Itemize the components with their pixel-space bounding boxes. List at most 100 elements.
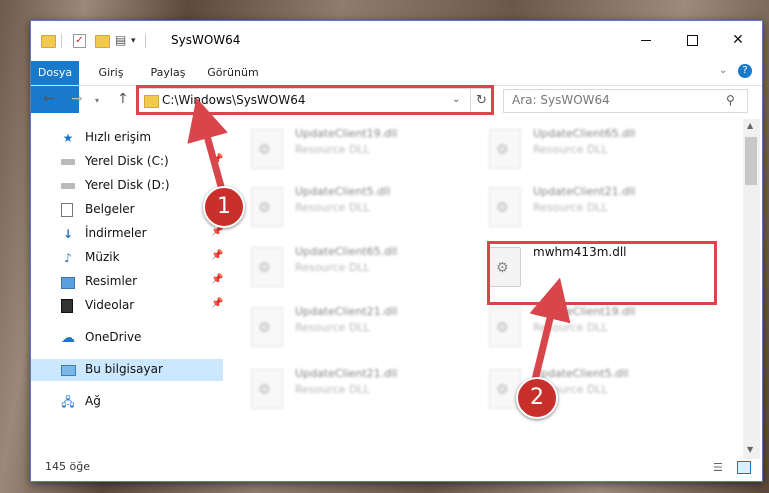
sidebar-item-videos[interactable]: Videolar 📌 [31,295,223,317]
up-button[interactable]: ↑ [117,91,129,107]
file-name: UpdateClient19.dll [295,127,398,140]
sidebar-item-onedrive[interactable]: ☁ OneDrive [31,327,223,349]
file-type: Resource DLL [533,143,608,156]
sidebar-item-music[interactable]: ♪ Müzik 📌 [31,247,223,269]
details-view-icon[interactable]: ☰ [713,461,723,474]
search-input[interactable]: Ara: SysWOW64 ⚲ [503,89,748,113]
ribbon-tabs: Dosya Giriş Paylaş Görünüm [31,61,762,113]
drive-icon [61,183,75,189]
maximize-button[interactable] [669,21,715,59]
large-icons-view-icon[interactable] [737,461,751,474]
download-icon: ↓ [62,227,74,241]
file-item[interactable]: UpdateClient19.dll Resource DLL [251,125,471,177]
sidebar-item-network[interactable]: 🖧 Ağ [31,391,223,413]
window-title: SysWOW64 [171,33,241,47]
file-type: Resource DLL [533,321,608,334]
scroll-thumb[interactable] [745,137,757,185]
file-item[interactable]: UpdateClient5.dll Resource DLL [251,183,471,235]
sidebar-item-local-disk-d[interactable]: Yerel Disk (D:) [31,175,223,197]
sidebar-item-label: Belgeler [85,202,135,216]
dll-file-icon [489,129,521,169]
file-type: Resource DLL [295,383,370,396]
file-name: UpdateClient19.dll [533,305,636,318]
file-highlight [487,241,717,305]
vertical-scrollbar[interactable]: ▲ ▼ [743,119,760,459]
close-button[interactable]: ✕ [715,21,761,59]
step-2-badge: 2 [516,377,558,419]
minimize-button[interactable] [623,21,669,59]
folder-icon[interactable] [41,35,56,48]
sidebar-item-quick-access[interactable]: ★ Hızlı erişim [31,127,223,149]
file-name: UpdateClient21.dll [295,305,398,318]
dll-file-icon [489,187,521,227]
sidebar-item-label: İndirmeler [85,226,147,240]
file-type: Resource DLL [295,201,370,214]
sidebar-item-label: Müzik [85,250,120,264]
tab-share[interactable]: Paylaş [143,61,193,85]
address-highlight [136,85,494,115]
help-icon[interactable]: ? [738,64,752,78]
sidebar-item-documents[interactable]: Belgeler 📌 [31,199,223,221]
search-icon[interactable]: ⚲ [726,93,735,107]
file-item[interactable]: UpdateClient21.dll Resource DLL [251,365,471,417]
dll-file-icon [489,307,521,347]
search-placeholder: Ara: SysWOW64 [512,93,610,107]
computer-icon [61,365,76,376]
tab-home[interactable]: Giriş [91,61,131,85]
file-item[interactable]: UpdateClient65.dll Resource DLL [489,125,709,177]
file-item[interactable]: UpdateClient21.dll Resource DLL [489,183,709,235]
file-name: UpdateClient65.dll [295,245,398,258]
cloud-icon: ☁ [61,330,75,346]
file-type: Resource DLL [533,201,608,214]
pin-icon: 📌 [211,274,224,285]
dll-file-icon [251,307,283,347]
scroll-up-icon[interactable]: ▲ [747,121,753,130]
file-type: Resource DLL [295,261,370,274]
dll-file-icon [251,369,283,409]
file-item[interactable]: UpdateClient19.dll Resource DLL [489,303,709,355]
sidebar-item-label: Yerel Disk (C:) [85,154,169,168]
pin-icon: 📌 [211,298,224,309]
file-name: UpdateClient21.dll [533,185,636,198]
forward-button[interactable]: → [71,91,83,107]
sidebar-item-label: OneDrive [85,330,142,344]
dll-file-icon [251,247,283,287]
sidebar-item-label: Bu bilgisayar [85,362,163,376]
drive-icon [61,159,75,165]
dll-file-icon [251,187,283,227]
document-icon [61,203,73,217]
dll-file-icon [251,129,283,169]
title-bar: ✓ ▤ ▾ SysWOW64 ✕ [31,21,762,59]
file-name: UpdateClient21.dll [295,367,398,380]
properties-icon[interactable]: ✓ [73,34,86,48]
back-button[interactable]: ← [43,91,55,107]
sidebar-item-this-pc[interactable]: Bu bilgisayar [31,359,223,381]
file-type: Resource DLL [295,143,370,156]
recent-locations-chevron-icon[interactable]: ▾ [95,96,99,105]
file-item[interactable]: UpdateClient65.dll Resource DLL [251,243,471,295]
status-item-count: 145 öğe [45,460,90,473]
chevron-down-icon[interactable]: ▾ [131,36,136,46]
step-1-badge: 1 [203,186,245,228]
pin-icon: 📌 [211,250,224,261]
new-folder-icon[interactable] [95,35,110,48]
sidebar-item-label: Hızlı erişim [85,130,152,144]
sidebar-item-local-disk-c[interactable]: Yerel Disk (C:) 📌 [31,151,223,173]
file-type: Resource DLL [295,321,370,334]
sidebar-item-downloads[interactable]: ↓ İndirmeler 📌 [31,223,223,245]
scroll-down-icon[interactable]: ▼ [747,445,753,454]
file-name: UpdateClient65.dll [533,127,636,140]
music-icon: ♪ [64,251,72,265]
pictures-icon [61,277,75,289]
pin-icon: 📌 [211,154,224,165]
sidebar-item-label: Videolar [85,298,135,312]
sidebar-item-pictures[interactable]: Resimler 📌 [31,271,223,293]
file-item[interactable]: UpdateClient21.dll Resource DLL [251,303,471,355]
file-name: UpdateClient5.dll [295,185,391,198]
sidebar-item-label: Ağ [85,394,101,408]
expand-ribbon-icon[interactable]: ⌄ [719,65,727,76]
customize-toolbar-icon[interactable]: ▤ [115,33,126,47]
tab-view[interactable]: Görünüm [203,61,263,85]
star-icon: ★ [62,131,74,145]
network-icon: 🖧 [61,395,75,409]
